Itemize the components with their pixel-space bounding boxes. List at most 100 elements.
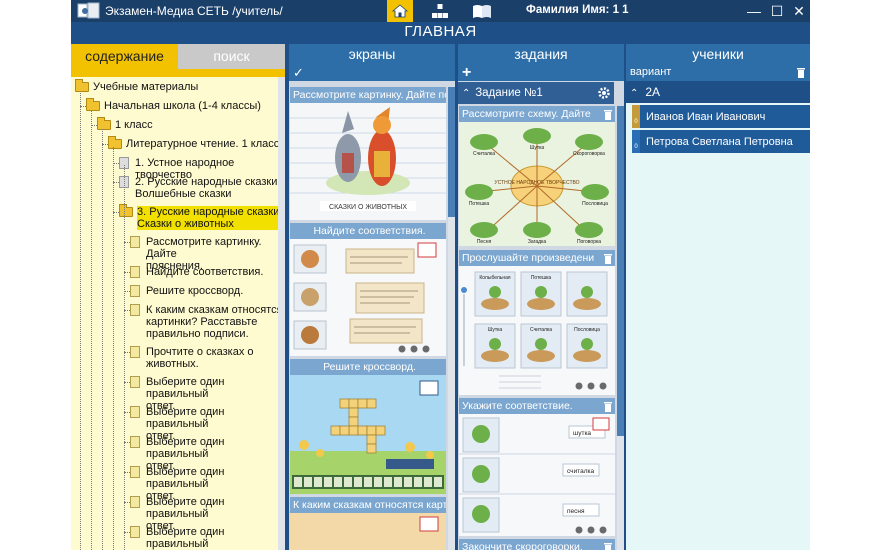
screens-scrollbar[interactable] <box>448 87 455 550</box>
trash-icon[interactable] <box>603 541 613 550</box>
genre-answer: песня <box>567 508 585 515</box>
gear-icon[interactable] <box>597 86 611 100</box>
tree-guide <box>102 129 103 550</box>
screen-card-title: К каким сказкам относятся карти <box>290 497 446 513</box>
genre-answer: шутка <box>573 430 591 437</box>
group-header[interactable]: ⌃ 2А <box>626 81 810 103</box>
screen-card[interactable]: К каким сказкам относятся карти <box>290 497 446 550</box>
user-name: Фамилия Имя: 1 1 <box>526 4 629 16</box>
tree-node[interactable]: К каким сказкам относятся картинки? Расс… <box>130 304 283 340</box>
task-card-title: Прослушайте произведени <box>459 250 615 266</box>
genre-label: Считалка <box>530 327 552 333</box>
screen-card[interactable]: Решите кроссворд. <box>290 359 446 494</box>
matching-illustration <box>290 239 446 356</box>
structure-tab[interactable] <box>427 0 453 22</box>
document-icon <box>130 236 140 248</box>
student-row[interactable]: 0 Петрова Светлана Петровна <box>632 130 810 153</box>
content-panel: содержание поиск Учебные материалы Началь… <box>71 44 285 550</box>
genre-answer: считалка <box>567 468 594 475</box>
task-card-title: Рассмотрите схему. Дайте <box>459 106 615 122</box>
library-tab[interactable] <box>469 0 495 22</box>
tree-node[interactable]: Начальная школа (1-4 классы) <box>86 98 261 112</box>
task-card-title: Закончите скороговорки. <box>459 539 615 550</box>
screen-card-title: Найдите соответствия. <box>290 223 446 239</box>
task-card[interactable]: Прослушайте произведени Колыбельная Поте… <box>459 250 615 395</box>
window-title: Экзамен-Медиа СЕТЬ /учитель/ <box>105 4 283 18</box>
document-icon <box>130 346 140 358</box>
hierarchy-icon <box>432 4 448 18</box>
home-tab[interactable] <box>387 0 413 22</box>
tree-node[interactable]: Прочтите о сказках о животных. <box>130 346 254 370</box>
select-all-check-icon[interactable]: ✓ <box>293 65 304 80</box>
screen-card[interactable]: Рассмотрите картинку. Дайте по СКАЗКИ О … <box>290 87 446 220</box>
tree-node[interactable]: Литературное чтение. 1 класс <box>108 136 279 150</box>
screen-card-title: Рассмотрите картинку. Дайте по <box>290 87 446 103</box>
tab-content[interactable]: содержание <box>71 44 178 69</box>
group-name: 2А <box>645 85 661 99</box>
task-card[interactable]: Рассмотрите схему. Дайте УСТНОЕ НАРОДНОЕ… <box>459 106 615 246</box>
tree-node[interactable]: 3. Русские народные сказки. Сказки о жив… <box>119 204 283 230</box>
document-icon <box>130 376 140 388</box>
students-panel: ученики вариант ⌃ 2А 0 Иванов Иван Ивано… <box>626 44 810 550</box>
scheme-label: Считалка <box>473 151 495 157</box>
scheme-label: Загадка <box>528 239 547 245</box>
tab-search[interactable]: поиск <box>178 44 285 69</box>
audio-genres-illustration: Колыбельная Потешка Шутка Считалка Посло… <box>459 266 615 395</box>
task-header[interactable]: ⌃ Задание №1 <box>458 82 614 104</box>
screens-toolbar: ✓ <box>289 64 455 81</box>
book-icon <box>473 5 491 18</box>
collapse-chevron-icon[interactable]: ⌃ <box>630 83 642 105</box>
document-icon <box>130 406 140 418</box>
document-icon <box>130 436 140 448</box>
tree-node[interactable]: Учебные материалы <box>75 79 198 93</box>
tree-node-label: 3. Русские народные сказки. Сказки о жив… <box>137 206 283 230</box>
folder-icon <box>119 204 133 217</box>
minimize-button[interactable]: — <box>745 2 763 20</box>
students-header: ученики <box>626 44 810 64</box>
student-row[interactable]: 0 Иванов Иван Иванович <box>632 105 810 128</box>
document-icon <box>130 304 140 316</box>
trash-icon[interactable] <box>603 252 613 264</box>
scheme-label: Песня <box>477 239 492 245</box>
screen-card[interactable]: Найдите соответствия. <box>290 223 446 356</box>
variant-badge: 0 <box>632 130 640 153</box>
tree-guide <box>124 165 125 550</box>
document-icon <box>130 526 140 538</box>
tree-node[interactable]: Найдите соответствия. <box>130 266 263 278</box>
tasks-scroll-thumb[interactable] <box>617 106 624 436</box>
tree-node[interactable]: 1 класс <box>97 117 153 131</box>
folder-icon <box>108 136 122 149</box>
maximize-button[interactable]: ☐ <box>768 2 786 20</box>
tasks-header: задания <box>458 44 624 64</box>
matching-genres-illustration: шутка считалка песня <box>459 414 615 536</box>
page-title: ГЛАВНАЯ <box>404 23 477 40</box>
trash-icon[interactable] <box>796 66 806 78</box>
tree-node[interactable]: Выберите один правильный ответ. <box>130 526 285 550</box>
task-card[interactable]: Укажите соответствие. шутка считалка пес… <box>459 398 615 536</box>
add-task-icon[interactable]: + <box>462 64 471 81</box>
tasks-scrollbar[interactable] <box>617 106 624 550</box>
tree-node-label: Выберите один правильный ответ. <box>146 526 225 550</box>
collapse-chevron-icon[interactable]: ⌃ <box>462 83 472 105</box>
screen-card-title: Решите кроссворд. <box>290 359 446 375</box>
app-logo-icon <box>77 2 100 19</box>
variant-label: вариант <box>630 66 672 78</box>
tree-node[interactable]: 2. Русские народные сказки. Волшебные ск… <box>119 176 280 200</box>
close-button[interactable]: ✕ <box>790 2 808 20</box>
task-card[interactable]: Закончите скороговорки. <box>459 539 615 550</box>
student-name: Петрова Светлана Петровна <box>646 135 793 148</box>
screens-scroll-thumb[interactable] <box>448 87 455 217</box>
document-icon <box>130 466 140 478</box>
tree-guide <box>91 111 92 550</box>
scheme-label: Скороговорка <box>573 151 605 157</box>
trash-icon[interactable] <box>603 108 613 120</box>
tree-node[interactable]: Решите кроссворд. <box>130 285 243 297</box>
tree-scrollbar[interactable] <box>278 77 285 550</box>
tasks-toolbar: + <box>458 64 624 81</box>
title-bar: Экзамен-Медиа СЕТЬ /учитель/ Фамилия Имя… <box>71 0 810 22</box>
genre-label: Пословица <box>574 327 600 333</box>
tree-node-label: К каким сказкам относятся картинки? Расс… <box>146 304 283 340</box>
tree-node-label: 1 класс <box>115 119 153 131</box>
folklore-scheme-illustration: УСТНОЕ НАРОДНОЕ ТВОРЧЕСТВО Считалка Шутк… <box>459 122 615 246</box>
trash-icon[interactable] <box>603 400 613 412</box>
